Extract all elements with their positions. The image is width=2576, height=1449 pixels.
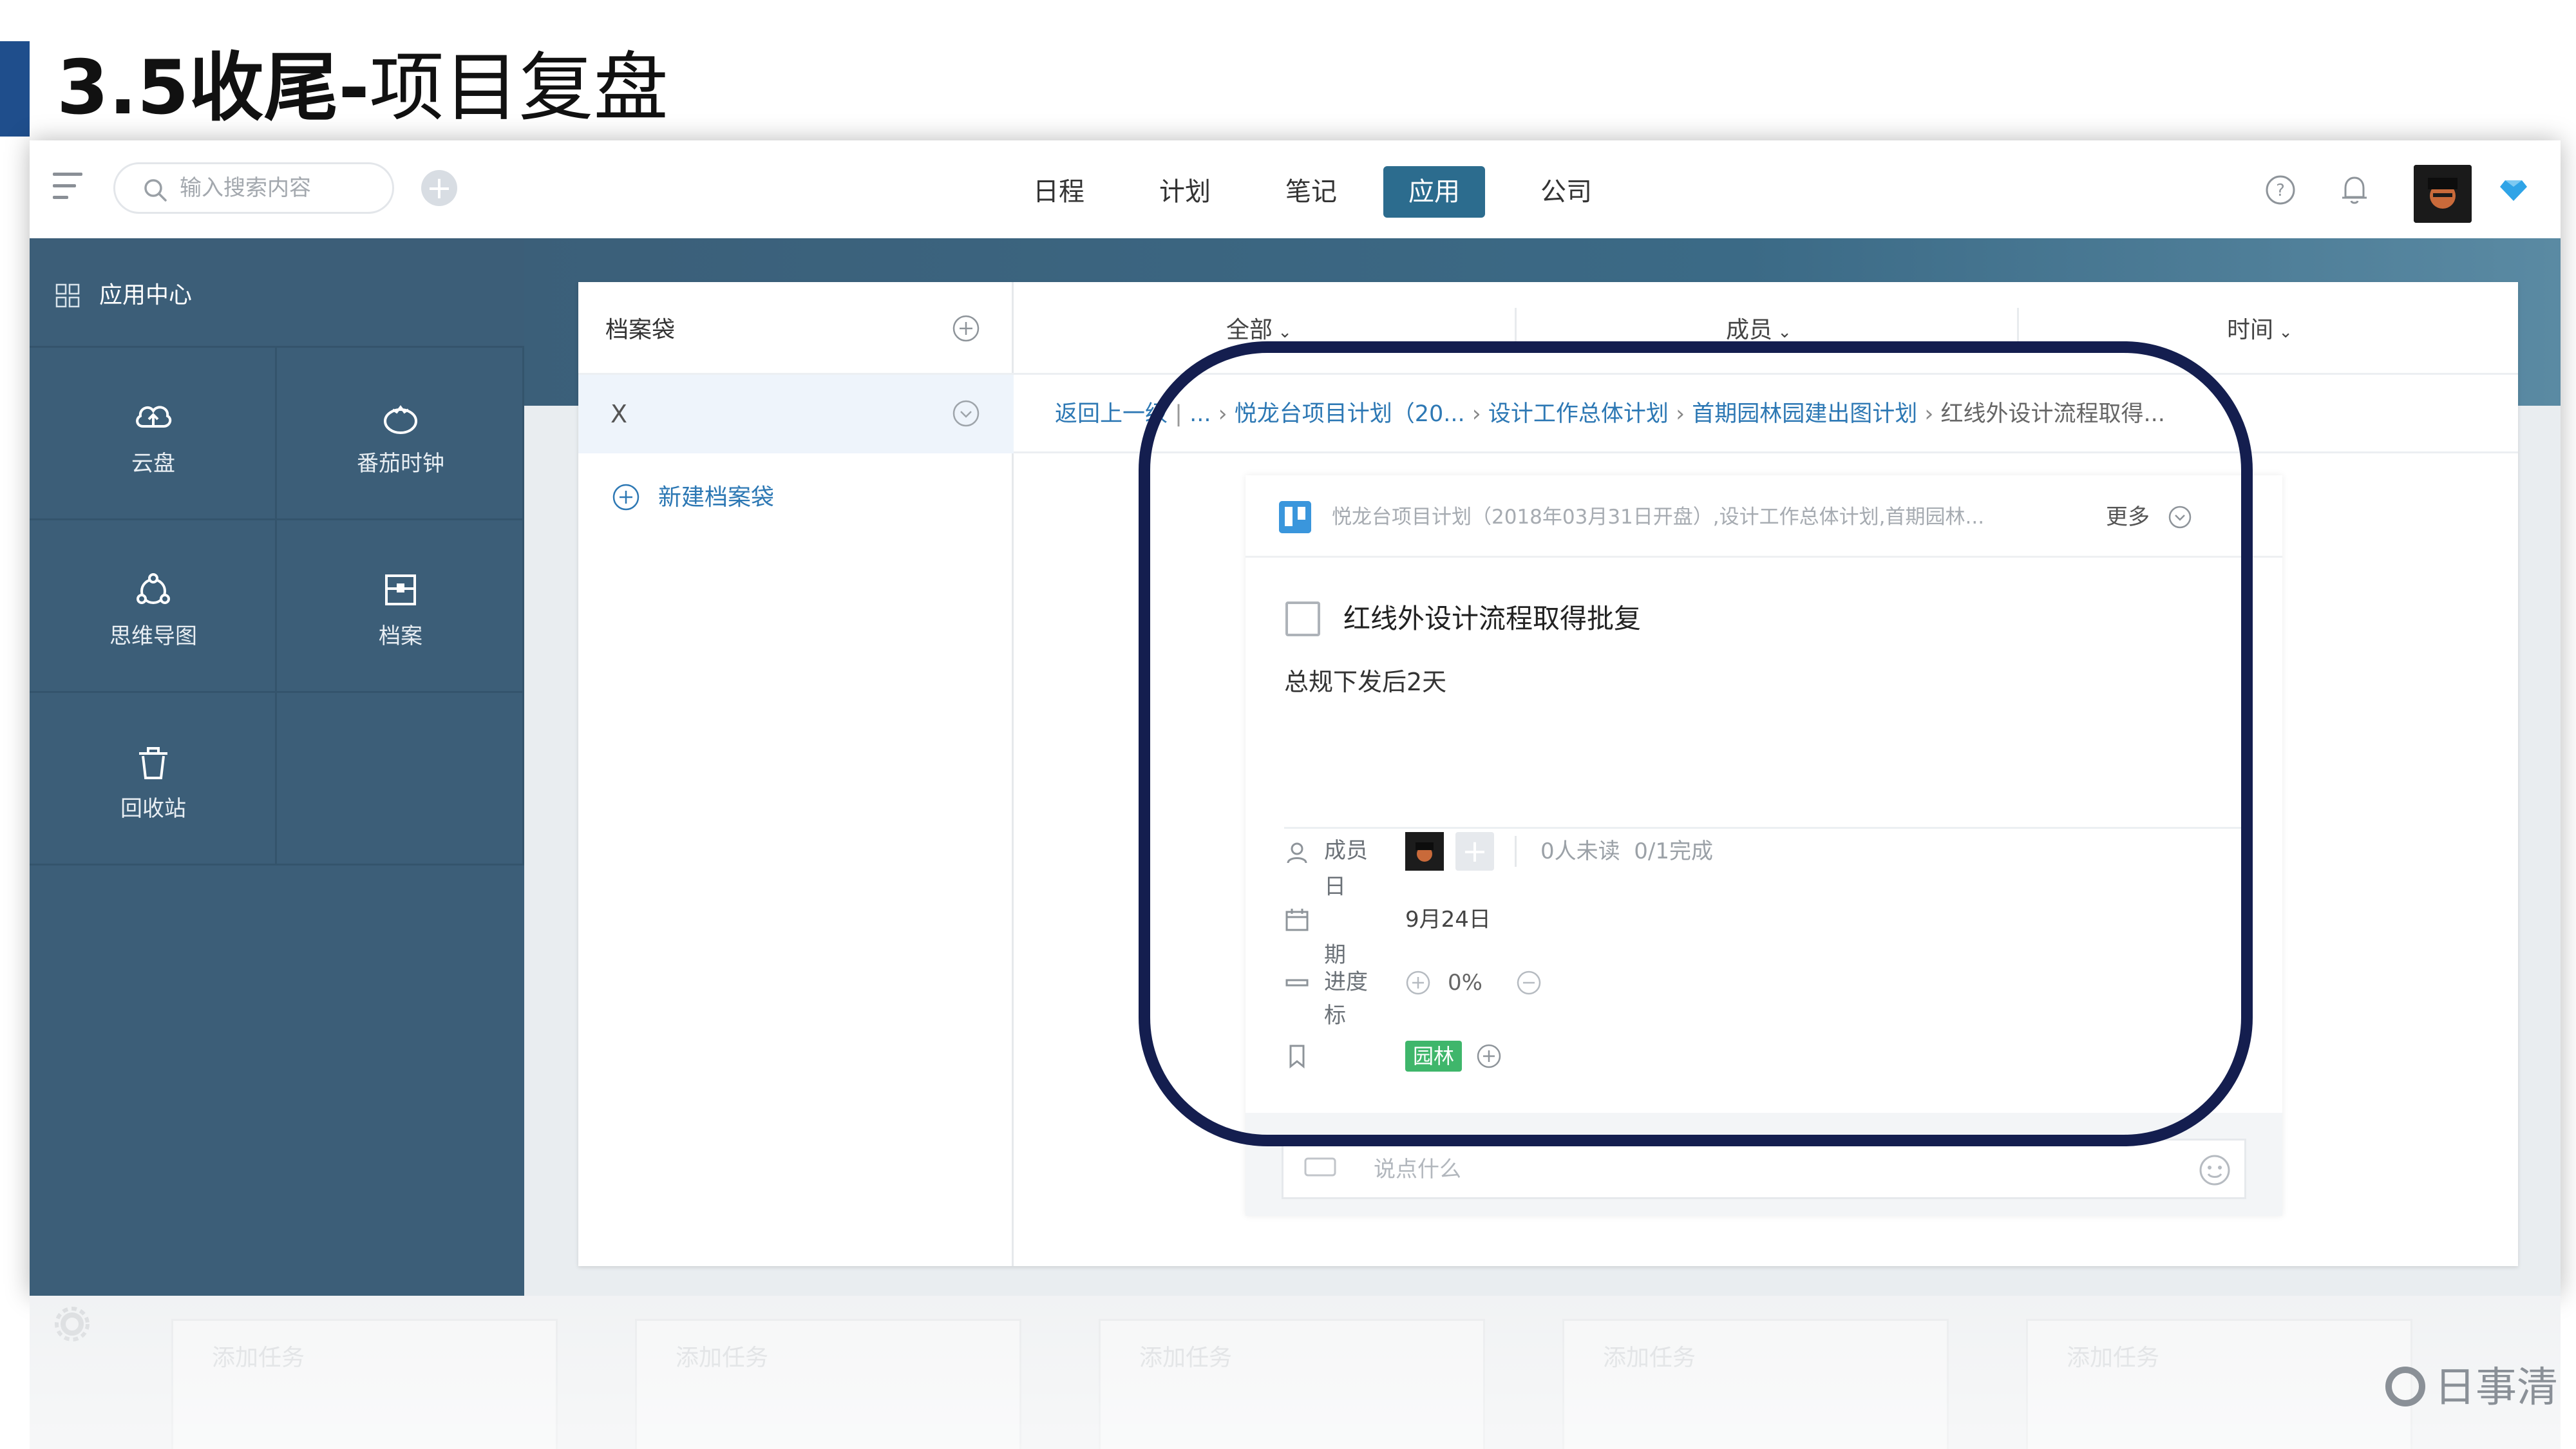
slide-title-rest: 项目复盘: [369, 44, 668, 131]
chevron-down-icon: ⌄: [2273, 323, 2293, 342]
emoji-icon[interactable]: [2198, 1153, 2231, 1187]
new-folder-label: 新建档案袋: [658, 484, 775, 511]
search-icon: [144, 179, 167, 202]
tab-schedule[interactable]: 日程: [1020, 166, 1097, 218]
add-folder-icon[interactable]: [952, 314, 980, 343]
sidebar-title: 应用中心: [99, 282, 193, 308]
grid-icon: [55, 283, 80, 308]
filter-divider: [1515, 308, 1517, 346]
search-placeholder: 输入搜索内容: [180, 175, 311, 201]
chevron-down-icon: ⌄: [1273, 323, 1293, 342]
tab-company[interactable]: 公司: [1528, 166, 1605, 218]
gear-icon: [55, 1307, 90, 1341]
filter-time-label: 时间: [2227, 317, 2274, 343]
mind-map-icon: [137, 573, 170, 604]
highlight-outline: [1139, 341, 2253, 1146]
board-column: 添加任务: [171, 1319, 558, 1449]
cloud-upload-icon: [136, 406, 172, 428]
tab-plan[interactable]: 计划: [1146, 166, 1224, 218]
app-label: 云盘: [131, 451, 175, 477]
app-tile-recycle-bin[interactable]: 回收站: [30, 693, 277, 866]
filter-members-label: 成员: [1726, 317, 1773, 343]
add-task-label: 添加任务: [1139, 1345, 1233, 1371]
user-avatar[interactable]: [2414, 165, 2472, 223]
sidebar-header: 应用中心: [30, 238, 524, 348]
tab-notes[interactable]: 笔记: [1273, 166, 1350, 218]
app-label: 档案: [379, 623, 422, 649]
board-column: 添加任务: [1562, 1319, 1949, 1449]
add-task-label: 添加任务: [676, 1345, 769, 1371]
svg-text:?: ?: [2276, 181, 2285, 200]
comment-input[interactable]: 说点什么: [1282, 1139, 2246, 1199]
app-tile-tomato-clock[interactable]: 番茄时钟: [277, 348, 524, 520]
slide-title: 3.5收尾-项目复盘: [57, 40, 668, 137]
board-column: 添加任务: [2026, 1319, 2412, 1449]
filter-time-dropdown[interactable]: 时间 ⌄: [2227, 308, 2293, 353]
top-bar: 输入搜索内容 + 日程 计划 笔记 应用 公司 ?: [30, 140, 2561, 238]
background-board: 添加任务 添加任务 添加任务 添加任务 添加任务: [30, 1296, 2561, 1449]
app-label: 回收站: [120, 796, 186, 822]
help-icon[interactable]: ?: [2264, 174, 2297, 206]
folder-header-title: 档案袋: [605, 317, 676, 343]
title-accent-bar: [0, 41, 30, 137]
filter-divider: [2017, 308, 2019, 346]
add-task-label: 添加任务: [1603, 1345, 1696, 1371]
add-task-label: 添加任务: [212, 1345, 305, 1371]
watermark-logo-icon: [2385, 1367, 2425, 1406]
plus-circle-icon: [612, 484, 639, 511]
app-tile-cloud[interactable]: 云盘: [30, 348, 277, 520]
app-tile-empty: [277, 693, 524, 866]
diamond-icon[interactable]: [2499, 179, 2528, 202]
tab-apps[interactable]: 应用: [1383, 166, 1485, 218]
app-label: 番茄时钟: [357, 451, 444, 477]
menu-toggle-icon[interactable]: [53, 173, 82, 201]
app-tile-archive[interactable]: 档案: [277, 520, 524, 693]
folder-item-label: X: [611, 400, 628, 428]
slide-title-bold: 3.5收尾-: [57, 44, 370, 131]
app-label: 思维导图: [109, 623, 197, 649]
chevron-down-icon[interactable]: [952, 399, 980, 428]
board-column: 添加任务: [635, 1319, 1021, 1449]
folder-item[interactable]: X: [578, 375, 1014, 453]
app-center-sidebar: 应用中心 云盘 番茄时钟 思维导图 档案 回收站: [30, 238, 524, 1296]
comment-icon: [1304, 1157, 1336, 1177]
watermark-text: 日事清: [2434, 1364, 2558, 1412]
archive-icon: [385, 574, 416, 605]
app-tile-mind-map[interactable]: 思维导图: [30, 520, 277, 693]
tomato-clock-icon: [384, 405, 417, 434]
trash-icon: [139, 747, 167, 779]
add-task-label: 添加任务: [2067, 1345, 2160, 1371]
filter-all-label: 全部: [1226, 317, 1273, 343]
board-column: 添加任务: [1099, 1319, 1485, 1449]
search-input[interactable]: 输入搜索内容: [113, 162, 394, 214]
folder-header: 档案袋: [578, 282, 1014, 375]
add-button[interactable]: +: [421, 170, 457, 206]
comment-placeholder: 说点什么: [1374, 1157, 1461, 1182]
bell-icon[interactable]: [2339, 173, 2370, 206]
chevron-down-icon: ⌄: [1772, 323, 1792, 342]
folder-column: 档案袋 X 新建档案袋: [578, 282, 1014, 1266]
